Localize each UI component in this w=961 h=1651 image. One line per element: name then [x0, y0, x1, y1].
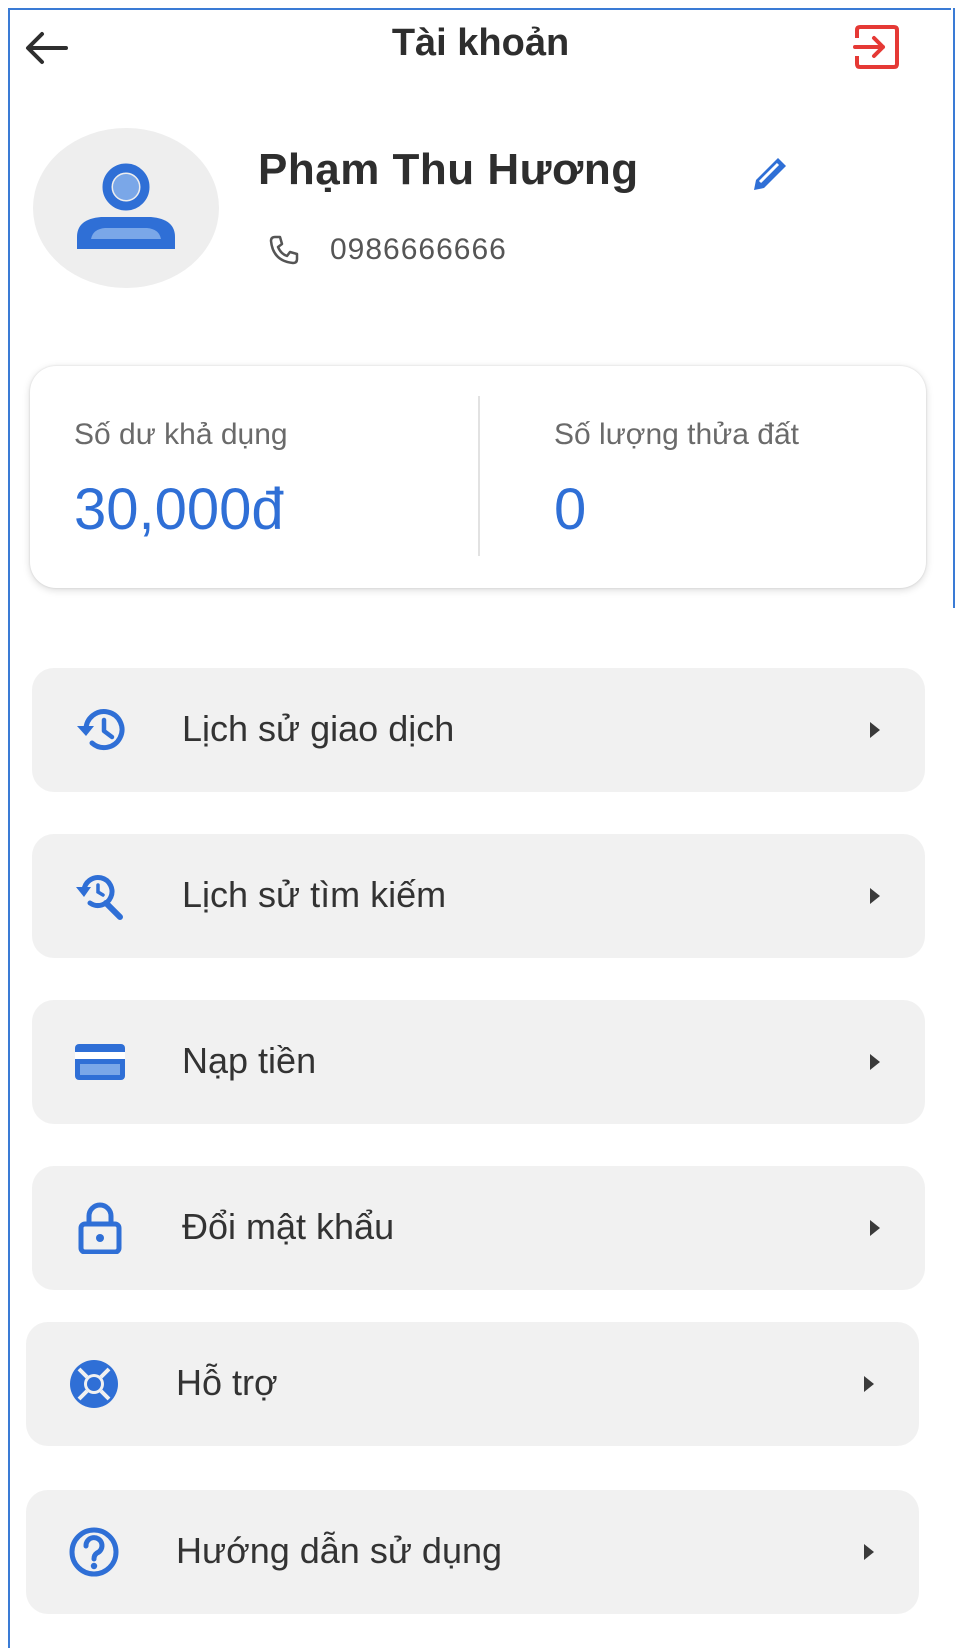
edit-profile-button[interactable] — [742, 146, 798, 202]
chevron-right-icon — [865, 716, 885, 744]
menu-item-top-up[interactable]: Nạp tiền — [32, 1000, 925, 1124]
menu-item-transaction-history[interactable]: Lịch sử giao dịch — [32, 668, 925, 792]
help-icon — [66, 1524, 122, 1580]
phone-icon — [266, 232, 302, 268]
menu-item-support[interactable]: Hỗ trợ — [26, 1322, 919, 1446]
balance-stat: Số dư khả dụng 30,000đ — [30, 366, 478, 588]
chevron-right-icon — [859, 1370, 879, 1398]
plots-stat: Số lượng thửa đất 0 — [478, 366, 926, 588]
plots-value: 0 — [554, 477, 587, 542]
logout-icon — [853, 25, 899, 69]
menu-label: Đổi mật khẩu — [182, 1206, 395, 1247]
menu-item-user-guide[interactable]: Hướng dẫn sử dụng — [26, 1490, 919, 1614]
menu-label: Nạp tiền — [182, 1040, 317, 1081]
support-icon — [66, 1356, 122, 1412]
app-header: Tài khoản — [0, 0, 961, 100]
menu-label: Lịch sử tìm kiếm — [182, 874, 447, 915]
menu-item-change-password[interactable]: Đổi mật khẩu — [32, 1166, 925, 1290]
history-icon — [72, 702, 128, 758]
phone-row: 0986666666 — [266, 232, 507, 268]
search-history-icon — [72, 868, 128, 924]
chevron-right-icon — [859, 1538, 879, 1566]
plots-label: Số lượng thửa đất — [554, 418, 799, 451]
person-icon — [77, 163, 175, 249]
menu-label: Hướng dẫn sử dụng — [176, 1530, 503, 1571]
chevron-right-icon — [865, 882, 885, 910]
chevron-right-icon — [865, 1048, 885, 1076]
phone-number: 0986666666 — [330, 233, 507, 266]
page-title: Tài khoản — [391, 22, 570, 64]
balance-label: Số dư khả dụng — [74, 418, 288, 451]
logout-button[interactable] — [849, 20, 905, 74]
lock-icon — [72, 1200, 128, 1256]
profile-name: Phạm Thu Hương — [258, 145, 639, 194]
stats-card: Số dư khả dụng 30,000đ Số lượng thửa đất… — [30, 366, 926, 588]
balance-value: 30,000đ — [74, 477, 284, 542]
pencil-icon — [754, 158, 786, 190]
menu-label: Hỗ trợ — [176, 1362, 278, 1403]
credit-card-icon — [72, 1034, 128, 1090]
menu-item-search-history[interactable]: Lịch sử tìm kiếm — [32, 834, 925, 958]
avatar[interactable] — [33, 128, 219, 288]
chevron-right-icon — [865, 1214, 885, 1242]
menu-label: Lịch sử giao dịch — [182, 708, 455, 749]
